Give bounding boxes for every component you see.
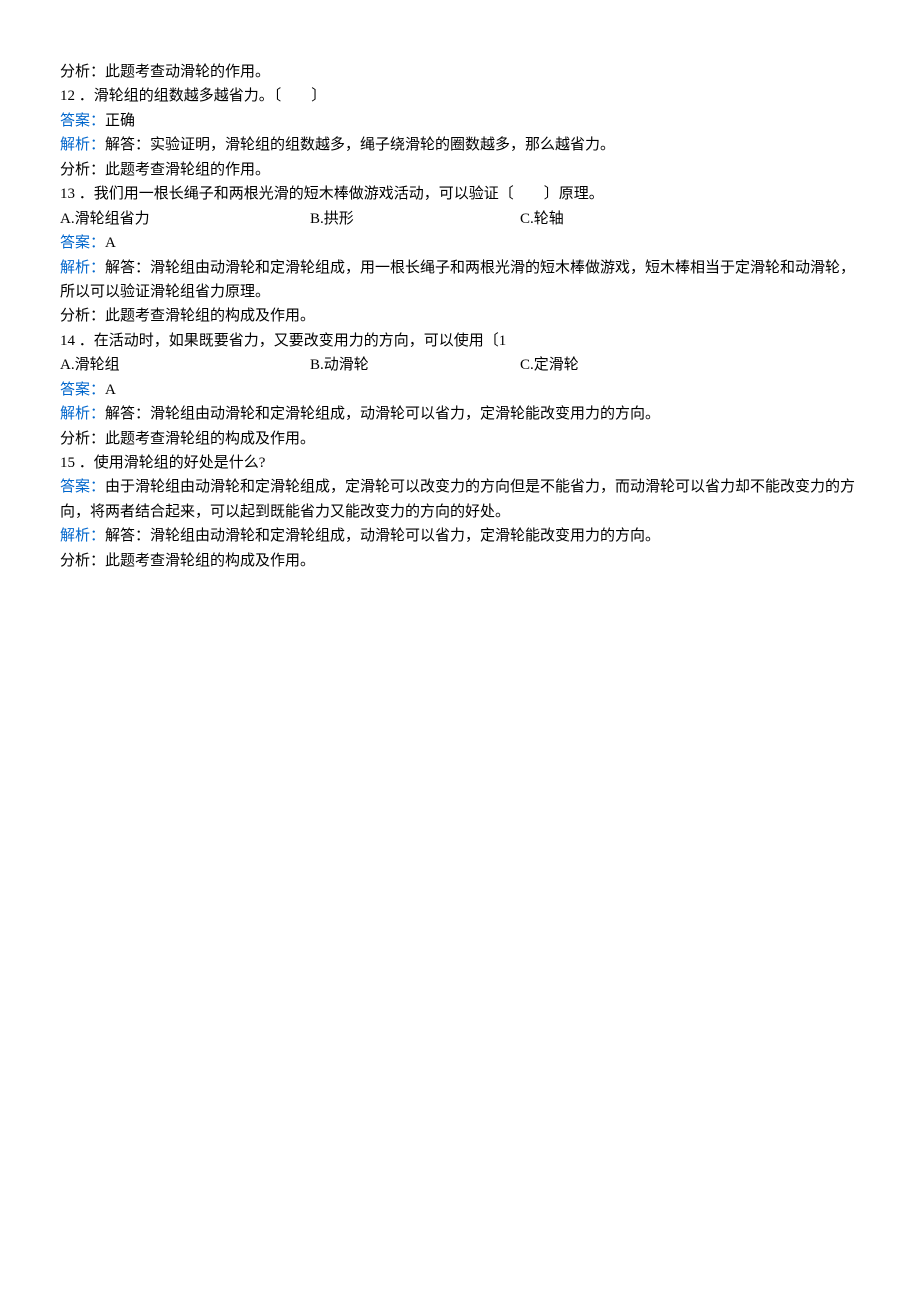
answer-label: 答案： [60, 479, 105, 495]
explain-15: 解析：解答：滑轮组由动滑轮和定滑轮组成，动滑轮可以省力，定滑轮能改变用力的方向。 [60, 524, 860, 548]
answer-12: 答案：正确 [60, 109, 860, 133]
option-b: B.动滑轮 [310, 353, 520, 377]
analysis-15: 分析：此题考查滑轮组的构成及作用。 [60, 549, 860, 573]
option-a: A.滑轮组省力 [60, 207, 310, 231]
analysis-12: 分析：此题考查滑轮组的作用。 [60, 158, 860, 182]
options-14: A.滑轮组 B.动滑轮 C.定滑轮 [60, 353, 860, 377]
answer-text: 正确 [105, 113, 135, 129]
analysis-13: 分析：此题考查滑轮组的构成及作用。 [60, 304, 860, 328]
option-c: C.定滑轮 [520, 353, 579, 377]
answer-label: 答案： [60, 382, 105, 398]
option-b: B.拱形 [310, 207, 520, 231]
options-13: A.滑轮组省力 B.拱形 C.轮轴 [60, 207, 860, 231]
explain-12: 解析：解答：实验证明，滑轮组的组数越多，绳子绕滑轮的圈数越多，那么越省力。 [60, 133, 860, 157]
analysis-14: 分析：此题考查滑轮组的构成及作用。 [60, 427, 860, 451]
explain-text: 解答：实验证明，滑轮组的组数越多，绳子绕滑轮的圈数越多，那么越省力。 [105, 137, 615, 153]
option-c: C.轮轴 [520, 207, 564, 231]
option-a: A.滑轮组 [60, 353, 310, 377]
answer-text: 由于滑轮组由动滑轮和定滑轮组成，定滑轮可以改变力的方向但是不能省力，而动滑轮可以… [60, 479, 855, 519]
explain-text: 解答：滑轮组由动滑轮和定滑轮组成，动滑轮可以省力，定滑轮能改变用力的方向。 [105, 528, 660, 544]
explain-14: 解析：解答：滑轮组由动滑轮和定滑轮组成，动滑轮可以省力，定滑轮能改变用力的方向。 [60, 402, 860, 426]
answer-13: 答案：A [60, 231, 860, 255]
explain-label: 解析： [60, 137, 105, 153]
answer-label: 答案： [60, 113, 105, 129]
question-15: 15 ．使用滑轮组的好处是什么? [60, 451, 860, 475]
explain-label: 解析： [60, 528, 105, 544]
explain-label: 解析： [60, 260, 105, 276]
explain-label: 解析： [60, 406, 105, 422]
explain-text: 解答：滑轮组由动滑轮和定滑轮组成，动滑轮可以省力，定滑轮能改变用力的方向。 [105, 406, 660, 422]
answer-text: A [105, 235, 116, 251]
answer-label: 答案： [60, 235, 105, 251]
analysis-line: 分析：此题考查动滑轮的作用。 [60, 60, 860, 84]
answer-15: 答案：由于滑轮组由动滑轮和定滑轮组成，定滑轮可以改变力的方向但是不能省力，而动滑… [60, 475, 860, 524]
question-12: 12 ．滑轮组的组数越多越省力。〔 〕 [60, 84, 860, 108]
explain-text: 解答：滑轮组由动滑轮和定滑轮组成，用一根长绳子和两根光滑的短木棒做游戏，短木棒相… [60, 260, 855, 300]
answer-text: A [105, 382, 116, 398]
document-page: 分析：此题考查动滑轮的作用。 12 ．滑轮组的组数越多越省力。〔 〕 答案：正确… [0, 0, 920, 573]
question-14: 14 ．在活动时，如果既要省力，又要改变用力的方向，可以使用〔1 [60, 329, 860, 353]
question-13: 13 ．我们用一根长绳子和两根光滑的短木棒做游戏活动，可以验证〔 〕原理。 [60, 182, 860, 206]
explain-13: 解析：解答：滑轮组由动滑轮和定滑轮组成，用一根长绳子和两根光滑的短木棒做游戏，短… [60, 256, 860, 305]
answer-14: 答案：A [60, 378, 860, 402]
